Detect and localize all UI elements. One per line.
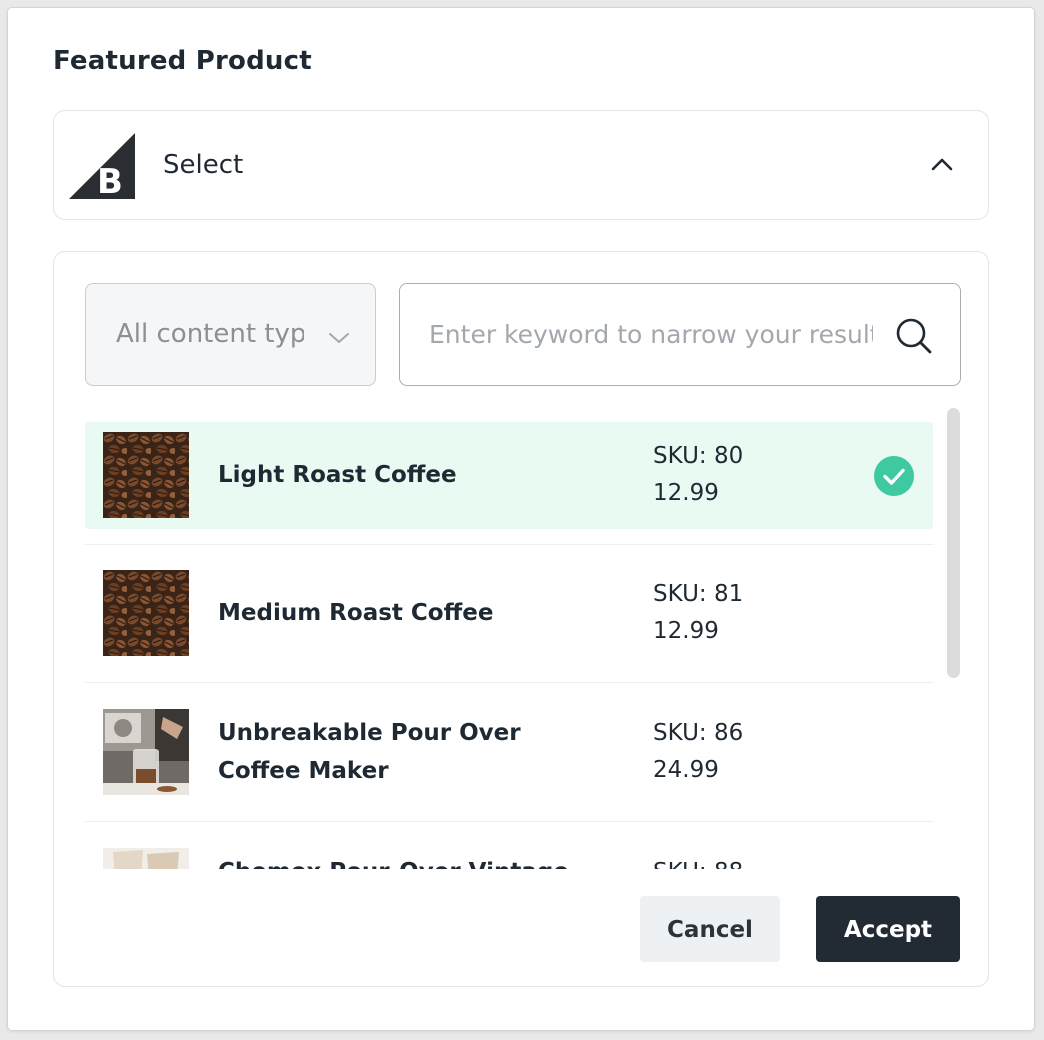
svg-text:B: B bbox=[97, 162, 123, 199]
cancel-button[interactable]: Cancel bbox=[640, 896, 780, 962]
product-price: 12.99 bbox=[653, 480, 719, 506]
product-name: Unbreakable Pour Over Coffee Maker bbox=[218, 720, 521, 784]
list-item[interactable]: Medium Roast Coffee SKU: 81 12.99 bbox=[85, 560, 933, 667]
product-thumbnail bbox=[103, 848, 189, 869]
list-item[interactable]: Chemex Pour-Over Vintage Drip SKU: 88 bbox=[85, 838, 933, 869]
chevron-up-icon[interactable] bbox=[930, 155, 954, 173]
featured-product-dialog: Featured Product B Select All content ty… bbox=[8, 8, 1034, 1030]
select-label: Select bbox=[163, 150, 244, 180]
product-picker-panel: All content types Light bbox=[53, 251, 989, 987]
list-item[interactable]: Light Roast Coffee SKU: 80 12.99 bbox=[85, 422, 933, 529]
page-title: Featured Product bbox=[53, 46, 312, 76]
search-input[interactable] bbox=[429, 312, 873, 356]
product-sku: SKU: 81 bbox=[653, 581, 744, 607]
content-type-value: All content types bbox=[116, 319, 304, 349]
divider bbox=[85, 682, 933, 683]
search-icon[interactable] bbox=[895, 317, 933, 355]
divider bbox=[85, 821, 933, 822]
product-name: Medium Roast Coffee bbox=[218, 600, 494, 626]
product-price: 24.99 bbox=[653, 757, 719, 783]
product-thumbnail bbox=[103, 709, 189, 795]
list-item[interactable]: Unbreakable Pour Over Coffee Maker SKU: … bbox=[85, 699, 933, 806]
search-field bbox=[399, 283, 961, 386]
product-name: Light Roast Coffee bbox=[218, 462, 457, 488]
product-name: Chemex Pour-Over Vintage Drip bbox=[218, 853, 608, 869]
product-sku: SKU: 88 bbox=[653, 854, 853, 869]
bigcommerce-logo: B bbox=[69, 133, 135, 202]
product-sku: SKU: 80 bbox=[653, 443, 744, 469]
content-type-select[interactable]: All content types bbox=[85, 283, 376, 386]
product-sku: SKU: 86 bbox=[653, 720, 744, 746]
product-source-select[interactable]: B Select bbox=[53, 110, 989, 220]
chevron-down-icon bbox=[328, 330, 350, 344]
product-price: 12.99 bbox=[653, 618, 719, 644]
check-circle-icon bbox=[873, 455, 915, 497]
divider bbox=[85, 544, 933, 545]
product-list[interactable]: Light Roast Coffee SKU: 80 12.99 Medium … bbox=[85, 422, 933, 869]
product-thumbnail bbox=[103, 432, 189, 518]
accept-button[interactable]: Accept bbox=[816, 896, 960, 962]
product-thumbnail bbox=[103, 570, 189, 656]
scrollbar[interactable] bbox=[947, 408, 960, 678]
